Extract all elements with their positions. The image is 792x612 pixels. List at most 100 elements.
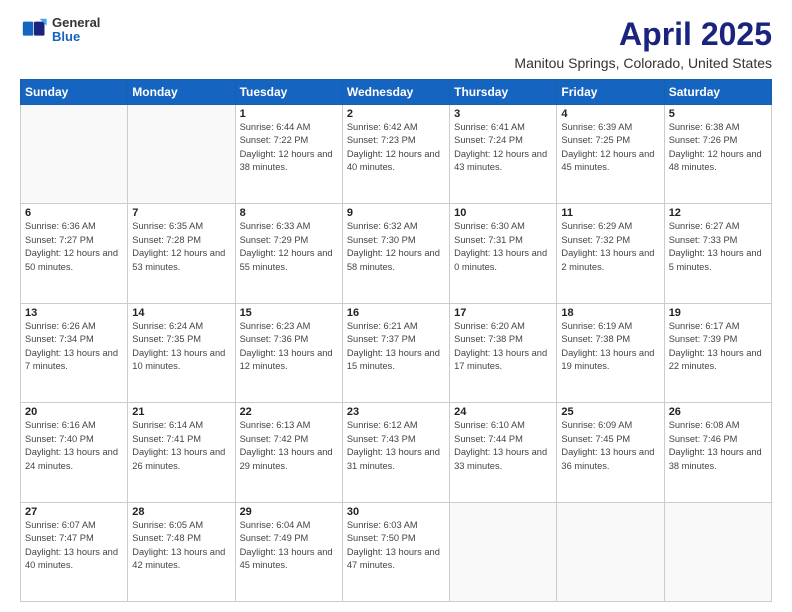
calendar-cell: 20Sunrise: 6:16 AM Sunset: 7:40 PM Dayli… xyxy=(21,403,128,502)
day-info: Sunrise: 6:36 AM Sunset: 7:27 PM Dayligh… xyxy=(25,220,123,274)
day-info: Sunrise: 6:42 AM Sunset: 7:23 PM Dayligh… xyxy=(347,121,445,175)
day-info: Sunrise: 6:38 AM Sunset: 7:26 PM Dayligh… xyxy=(669,121,767,175)
day-number: 18 xyxy=(561,307,659,319)
day-info: Sunrise: 6:07 AM Sunset: 7:47 PM Dayligh… xyxy=(25,519,123,573)
calendar-cell: 23Sunrise: 6:12 AM Sunset: 7:43 PM Dayli… xyxy=(342,403,449,502)
day-number: 22 xyxy=(240,406,338,418)
calendar-cell: 1Sunrise: 6:44 AM Sunset: 7:22 PM Daylig… xyxy=(235,105,342,204)
calendar-cell: 8Sunrise: 6:33 AM Sunset: 7:29 PM Daylig… xyxy=(235,204,342,303)
day-number: 19 xyxy=(669,307,767,319)
day-info: Sunrise: 6:27 AM Sunset: 7:33 PM Dayligh… xyxy=(669,220,767,274)
calendar-cell: 4Sunrise: 6:39 AM Sunset: 7:25 PM Daylig… xyxy=(557,105,664,204)
calendar-week-row: 27Sunrise: 6:07 AM Sunset: 7:47 PM Dayli… xyxy=(21,502,772,601)
day-info: Sunrise: 6:26 AM Sunset: 7:34 PM Dayligh… xyxy=(25,320,123,374)
calendar-cell: 27Sunrise: 6:07 AM Sunset: 7:47 PM Dayli… xyxy=(21,502,128,601)
calendar-cell xyxy=(128,105,235,204)
day-number: 24 xyxy=(454,406,552,418)
calendar-cell: 17Sunrise: 6:20 AM Sunset: 7:38 PM Dayli… xyxy=(450,303,557,402)
day-info: Sunrise: 6:41 AM Sunset: 7:24 PM Dayligh… xyxy=(454,121,552,175)
day-number: 11 xyxy=(561,207,659,219)
day-of-week-header: Tuesday xyxy=(235,80,342,105)
calendar-cell xyxy=(21,105,128,204)
day-number: 9 xyxy=(347,207,445,219)
calendar-cell: 21Sunrise: 6:14 AM Sunset: 7:41 PM Dayli… xyxy=(128,403,235,502)
day-info: Sunrise: 6:20 AM Sunset: 7:38 PM Dayligh… xyxy=(454,320,552,374)
logo-general: General xyxy=(52,16,100,30)
day-number: 26 xyxy=(669,406,767,418)
day-number: 14 xyxy=(132,307,230,319)
calendar-cell: 15Sunrise: 6:23 AM Sunset: 7:36 PM Dayli… xyxy=(235,303,342,402)
day-info: Sunrise: 6:09 AM Sunset: 7:45 PM Dayligh… xyxy=(561,419,659,473)
day-number: 16 xyxy=(347,307,445,319)
day-info: Sunrise: 6:39 AM Sunset: 7:25 PM Dayligh… xyxy=(561,121,659,175)
calendar-week-row: 1Sunrise: 6:44 AM Sunset: 7:22 PM Daylig… xyxy=(21,105,772,204)
calendar-cell: 11Sunrise: 6:29 AM Sunset: 7:32 PM Dayli… xyxy=(557,204,664,303)
calendar-cell: 28Sunrise: 6:05 AM Sunset: 7:48 PM Dayli… xyxy=(128,502,235,601)
day-number: 1 xyxy=(240,108,338,120)
calendar-cell: 9Sunrise: 6:32 AM Sunset: 7:30 PM Daylig… xyxy=(342,204,449,303)
day-info: Sunrise: 6:17 AM Sunset: 7:39 PM Dayligh… xyxy=(669,320,767,374)
subtitle: Manitou Springs, Colorado, United States xyxy=(514,55,772,71)
day-info: Sunrise: 6:08 AM Sunset: 7:46 PM Dayligh… xyxy=(669,419,767,473)
day-info: Sunrise: 6:23 AM Sunset: 7:36 PM Dayligh… xyxy=(240,320,338,374)
calendar-cell: 2Sunrise: 6:42 AM Sunset: 7:23 PM Daylig… xyxy=(342,105,449,204)
day-number: 7 xyxy=(132,207,230,219)
calendar-cell: 12Sunrise: 6:27 AM Sunset: 7:33 PM Dayli… xyxy=(664,204,771,303)
calendar-header: SundayMondayTuesdayWednesdayThursdayFrid… xyxy=(21,80,772,105)
page: General Blue April 2025 Manitou Springs,… xyxy=(0,0,792,612)
header: General Blue April 2025 Manitou Springs,… xyxy=(20,16,772,71)
main-title: April 2025 xyxy=(514,16,772,53)
calendar-cell: 26Sunrise: 6:08 AM Sunset: 7:46 PM Dayli… xyxy=(664,403,771,502)
day-number: 20 xyxy=(25,406,123,418)
day-number: 2 xyxy=(347,108,445,120)
calendar-week-row: 20Sunrise: 6:16 AM Sunset: 7:40 PM Dayli… xyxy=(21,403,772,502)
logo-icon xyxy=(20,16,48,44)
day-number: 15 xyxy=(240,307,338,319)
day-info: Sunrise: 6:19 AM Sunset: 7:38 PM Dayligh… xyxy=(561,320,659,374)
calendar-week-row: 6Sunrise: 6:36 AM Sunset: 7:27 PM Daylig… xyxy=(21,204,772,303)
calendar-cell: 7Sunrise: 6:35 AM Sunset: 7:28 PM Daylig… xyxy=(128,204,235,303)
day-of-week-header: Saturday xyxy=(664,80,771,105)
day-info: Sunrise: 6:03 AM Sunset: 7:50 PM Dayligh… xyxy=(347,519,445,573)
day-number: 29 xyxy=(240,506,338,518)
day-number: 4 xyxy=(561,108,659,120)
calendar-cell: 25Sunrise: 6:09 AM Sunset: 7:45 PM Dayli… xyxy=(557,403,664,502)
day-of-week-header: Friday xyxy=(557,80,664,105)
day-info: Sunrise: 6:35 AM Sunset: 7:28 PM Dayligh… xyxy=(132,220,230,274)
calendar-cell: 6Sunrise: 6:36 AM Sunset: 7:27 PM Daylig… xyxy=(21,204,128,303)
day-info: Sunrise: 6:04 AM Sunset: 7:49 PM Dayligh… xyxy=(240,519,338,573)
day-of-week-header: Monday xyxy=(128,80,235,105)
day-info: Sunrise: 6:32 AM Sunset: 7:30 PM Dayligh… xyxy=(347,220,445,274)
days-of-week-row: SundayMondayTuesdayWednesdayThursdayFrid… xyxy=(21,80,772,105)
calendar-week-row: 13Sunrise: 6:26 AM Sunset: 7:34 PM Dayli… xyxy=(21,303,772,402)
calendar-cell: 19Sunrise: 6:17 AM Sunset: 7:39 PM Dayli… xyxy=(664,303,771,402)
calendar-cell: 3Sunrise: 6:41 AM Sunset: 7:24 PM Daylig… xyxy=(450,105,557,204)
day-number: 17 xyxy=(454,307,552,319)
calendar-body: 1Sunrise: 6:44 AM Sunset: 7:22 PM Daylig… xyxy=(21,105,772,602)
day-number: 10 xyxy=(454,207,552,219)
calendar-cell: 5Sunrise: 6:38 AM Sunset: 7:26 PM Daylig… xyxy=(664,105,771,204)
day-number: 25 xyxy=(561,406,659,418)
day-info: Sunrise: 6:05 AM Sunset: 7:48 PM Dayligh… xyxy=(132,519,230,573)
day-info: Sunrise: 6:33 AM Sunset: 7:29 PM Dayligh… xyxy=(240,220,338,274)
day-number: 21 xyxy=(132,406,230,418)
day-info: Sunrise: 6:16 AM Sunset: 7:40 PM Dayligh… xyxy=(25,419,123,473)
day-info: Sunrise: 6:13 AM Sunset: 7:42 PM Dayligh… xyxy=(240,419,338,473)
day-number: 28 xyxy=(132,506,230,518)
day-number: 12 xyxy=(669,207,767,219)
day-of-week-header: Wednesday xyxy=(342,80,449,105)
calendar-cell: 10Sunrise: 6:30 AM Sunset: 7:31 PM Dayli… xyxy=(450,204,557,303)
calendar-table: SundayMondayTuesdayWednesdayThursdayFrid… xyxy=(20,79,772,602)
day-number: 5 xyxy=(669,108,767,120)
day-info: Sunrise: 6:10 AM Sunset: 7:44 PM Dayligh… xyxy=(454,419,552,473)
day-number: 23 xyxy=(347,406,445,418)
day-info: Sunrise: 6:24 AM Sunset: 7:35 PM Dayligh… xyxy=(132,320,230,374)
calendar-cell: 18Sunrise: 6:19 AM Sunset: 7:38 PM Dayli… xyxy=(557,303,664,402)
calendar-cell: 14Sunrise: 6:24 AM Sunset: 7:35 PM Dayli… xyxy=(128,303,235,402)
calendar-cell: 22Sunrise: 6:13 AM Sunset: 7:42 PM Dayli… xyxy=(235,403,342,502)
day-of-week-header: Sunday xyxy=(21,80,128,105)
day-number: 6 xyxy=(25,207,123,219)
calendar-cell: 29Sunrise: 6:04 AM Sunset: 7:49 PM Dayli… xyxy=(235,502,342,601)
day-info: Sunrise: 6:12 AM Sunset: 7:43 PM Dayligh… xyxy=(347,419,445,473)
calendar-cell xyxy=(450,502,557,601)
